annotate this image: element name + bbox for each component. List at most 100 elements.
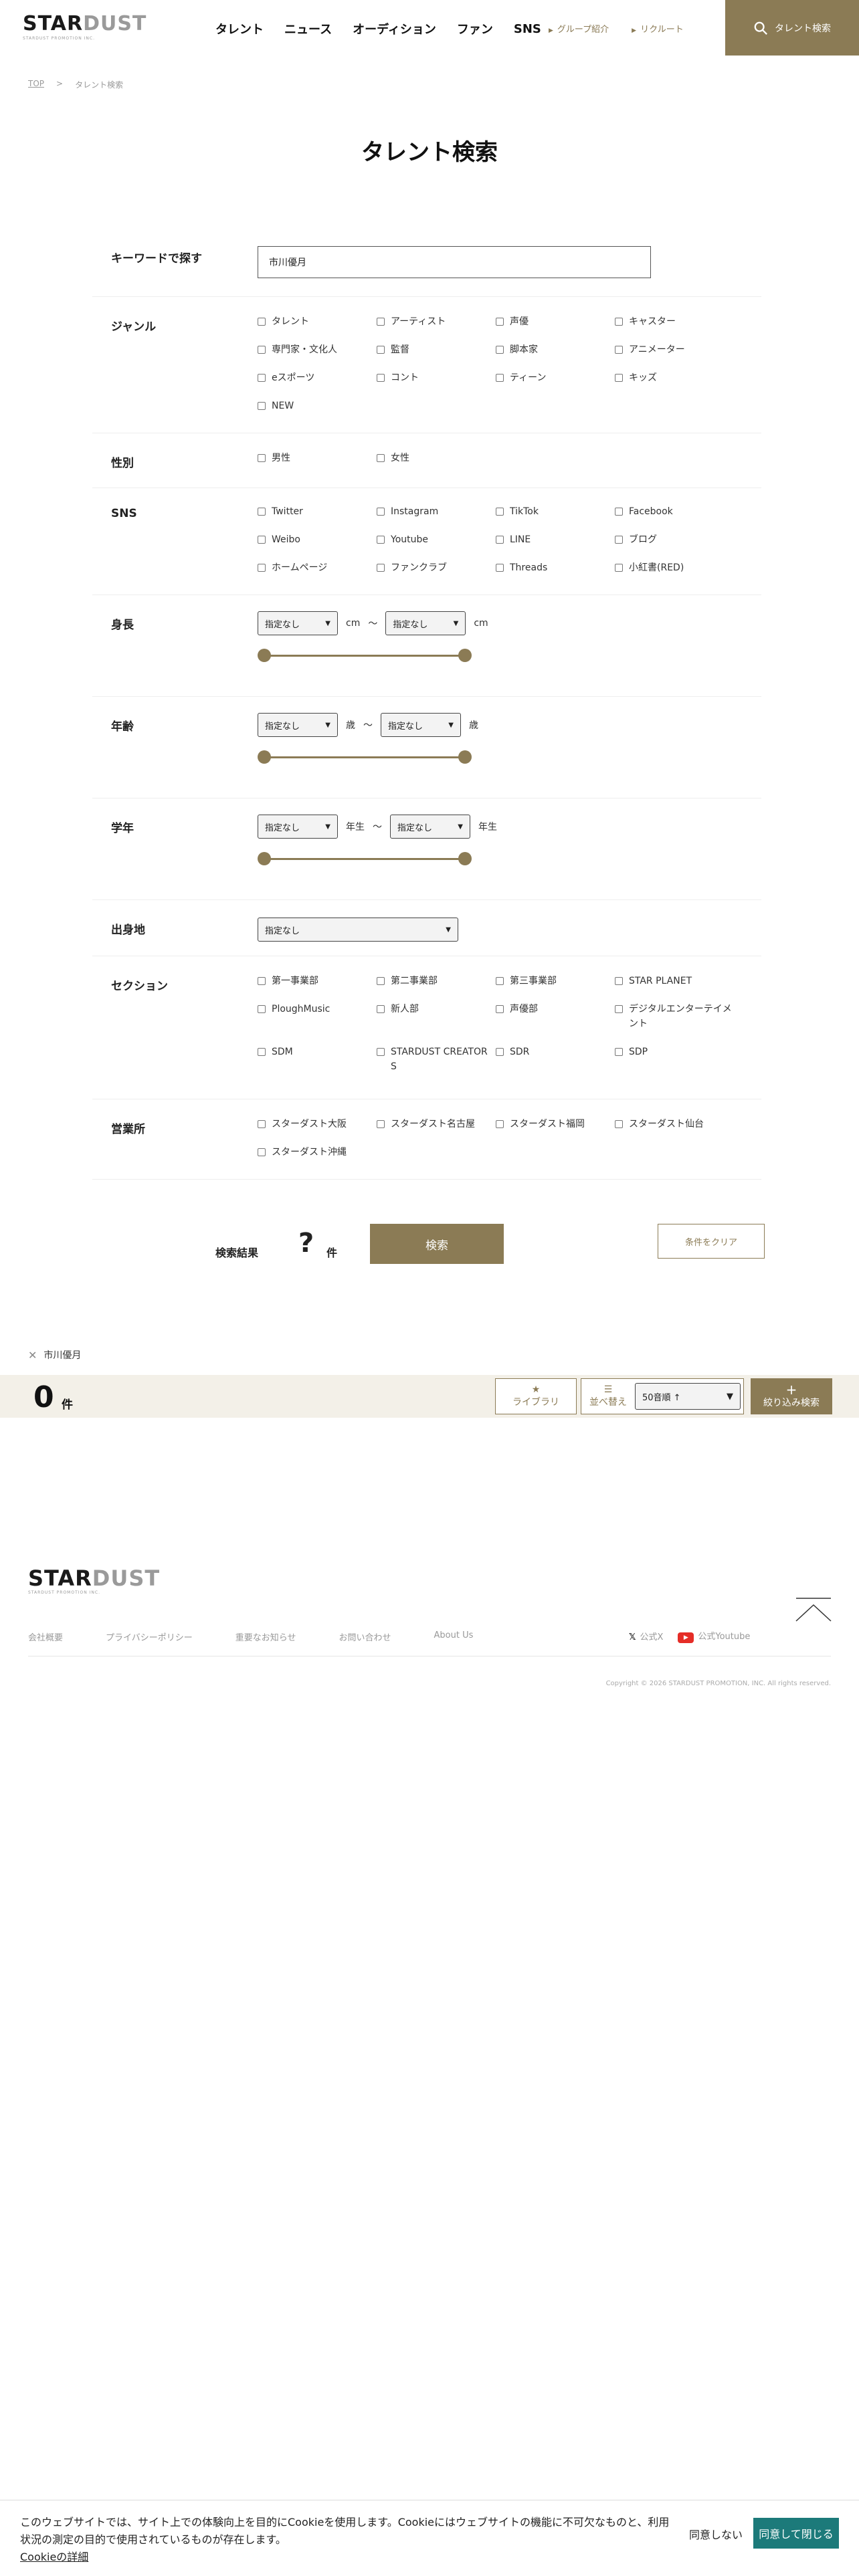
checkbox[interactable]	[377, 536, 385, 544]
sns-checkbox[interactable]: Twitter	[258, 504, 377, 519]
checkbox[interactable]	[496, 564, 504, 572]
section-checkbox[interactable]: 声優部	[496, 1002, 615, 1031]
library-button[interactable]: ★ ライブラリ	[495, 1378, 577, 1414]
checkbox[interactable]	[615, 1048, 623, 1056]
footer-logo[interactable]: STARDUST STARDUST PROMOTION INC.	[28, 1568, 160, 1595]
checkbox[interactable]	[496, 374, 504, 382]
genre-checkbox[interactable]: キッズ	[615, 370, 775, 385]
sns-checkbox[interactable]: ファンクラブ	[377, 560, 496, 575]
genre-checkbox[interactable]: アーティスト	[377, 314, 496, 329]
checkbox[interactable]	[615, 1005, 623, 1013]
nav-audition[interactable]: オーディション	[353, 20, 436, 37]
nav-group[interactable]: ▶ グループ紹介	[549, 22, 609, 35]
sns-checkbox[interactable]: Threads	[496, 560, 615, 575]
cookie-decline-button[interactable]: 同意しない	[689, 2526, 743, 2542]
grade-range-slider[interactable]	[258, 852, 472, 865]
checkbox[interactable]	[496, 1120, 504, 1128]
genre-checkbox[interactable]: コント	[377, 370, 496, 385]
close-icon[interactable]: ✕	[28, 1349, 37, 1362]
checkbox[interactable]	[496, 536, 504, 544]
sns-checkbox[interactable]: Youtube	[377, 532, 496, 547]
checkbox[interactable]	[615, 977, 623, 985]
slider-min-handle[interactable]	[258, 750, 271, 764]
checkbox[interactable]	[615, 536, 623, 544]
checkbox[interactable]	[496, 346, 504, 354]
checkbox[interactable]	[258, 1005, 266, 1013]
checkbox[interactable]	[258, 564, 266, 572]
genre-checkbox[interactable]: タレント	[258, 314, 377, 329]
sns-checkbox[interactable]: Instagram	[377, 504, 496, 519]
social-youtube-link[interactable]: ▶ 公式Youtube	[678, 1629, 750, 1643]
footer-link-privacy[interactable]: プライバシーポリシー	[106, 1630, 193, 1643]
checkbox[interactable]	[377, 454, 385, 462]
slider-min-handle[interactable]	[258, 852, 271, 865]
genre-checkbox[interactable]: 声優	[496, 314, 615, 329]
cookie-details-link[interactable]: Cookieの詳細	[20, 2551, 88, 2563]
age-range-slider[interactable]	[258, 750, 472, 764]
sort-select[interactable]: 50音順 ↑ ▼	[635, 1383, 741, 1410]
genre-checkbox[interactable]: NEW	[258, 399, 377, 413]
site-logo[interactable]: STARDUST STARDUST PROMOTION INC.	[23, 13, 147, 41]
checkbox[interactable]	[496, 318, 504, 326]
cookie-accept-button[interactable]: 同意して閉じる	[753, 2518, 839, 2549]
checkbox[interactable]	[377, 1048, 385, 1056]
checkbox[interactable]	[377, 374, 385, 382]
checkbox[interactable]	[615, 346, 623, 354]
checkbox[interactable]	[258, 977, 266, 985]
genre-checkbox[interactable]: ティーン	[496, 370, 615, 385]
sns-checkbox[interactable]: ブログ	[615, 532, 775, 547]
checkbox[interactable]	[258, 508, 266, 516]
section-checkbox[interactable]: 第二事業部	[377, 974, 496, 988]
checkbox[interactable]	[377, 977, 385, 985]
height-range-slider[interactable]	[258, 649, 472, 662]
checkbox[interactable]	[377, 1120, 385, 1128]
sort-button[interactable]: ☰ 並べ替え	[581, 1379, 635, 1414]
footer-link-notice[interactable]: 重要なお知らせ	[235, 1630, 296, 1643]
social-x-link[interactable]: 𝕏 公式X	[629, 1630, 663, 1642]
section-checkbox[interactable]: 第一事業部	[258, 974, 377, 988]
genre-checkbox[interactable]: キャスター	[615, 314, 775, 329]
genre-checkbox[interactable]: アニメーター	[615, 342, 775, 357]
section-checkbox[interactable]: STAR PLANET	[615, 974, 775, 988]
search-submit-button[interactable]: 検索	[370, 1224, 504, 1264]
gender-checkbox-female[interactable]: 女性	[377, 451, 496, 465]
page-top-icon[interactable]	[795, 1597, 832, 1624]
checkbox[interactable]	[258, 536, 266, 544]
age-min-select[interactable]: 指定なし ▼	[258, 713, 338, 737]
office-checkbox[interactable]: スターダスト仙台	[615, 1117, 775, 1132]
checkbox[interactable]	[496, 508, 504, 516]
checkbox[interactable]	[377, 1005, 385, 1013]
height-max-select[interactable]: 指定なし ▼	[385, 611, 466, 635]
section-checkbox[interactable]: STARDUST CREATORS	[377, 1045, 496, 1074]
sns-checkbox[interactable]: Weibo	[258, 532, 377, 547]
checkbox[interactable]	[258, 318, 266, 326]
grade-min-select[interactable]: 指定なし ▼	[258, 815, 338, 839]
checkbox[interactable]	[615, 374, 623, 382]
nav-fan[interactable]: ファン	[457, 20, 493, 37]
footer-link-company[interactable]: 会社概要	[28, 1630, 63, 1643]
sns-checkbox[interactable]: TikTok	[496, 504, 615, 519]
nav-talent[interactable]: タレント	[215, 20, 264, 37]
section-checkbox[interactable]: 第三事業部	[496, 974, 615, 988]
genre-checkbox[interactable]: eスポーツ	[258, 370, 377, 385]
office-checkbox[interactable]: スターダスト沖縄	[258, 1145, 377, 1160]
checkbox[interactable]	[258, 1120, 266, 1128]
checkbox[interactable]	[258, 346, 266, 354]
checkbox[interactable]	[496, 1048, 504, 1056]
slider-max-handle[interactable]	[458, 852, 472, 865]
slider-max-handle[interactable]	[458, 649, 472, 662]
sns-checkbox[interactable]: ホームページ	[258, 560, 377, 575]
age-max-select[interactable]: 指定なし ▼	[381, 713, 461, 737]
hometown-select[interactable]: 指定なし ▼	[258, 918, 458, 942]
slider-max-handle[interactable]	[458, 750, 472, 764]
keyword-input[interactable]	[258, 246, 651, 278]
genre-checkbox[interactable]: 脚本家	[496, 342, 615, 357]
checkbox[interactable]	[377, 508, 385, 516]
office-checkbox[interactable]: スターダスト福岡	[496, 1117, 615, 1132]
section-checkbox[interactable]: デジタルエンターテイメント	[615, 1002, 775, 1031]
sns-checkbox[interactable]: 小紅書(RED)	[615, 560, 775, 575]
section-checkbox[interactable]: SDP	[615, 1045, 775, 1074]
checkbox[interactable]	[615, 318, 623, 326]
genre-checkbox[interactable]: 専門家・文化人	[258, 342, 377, 357]
checkbox[interactable]	[377, 318, 385, 326]
